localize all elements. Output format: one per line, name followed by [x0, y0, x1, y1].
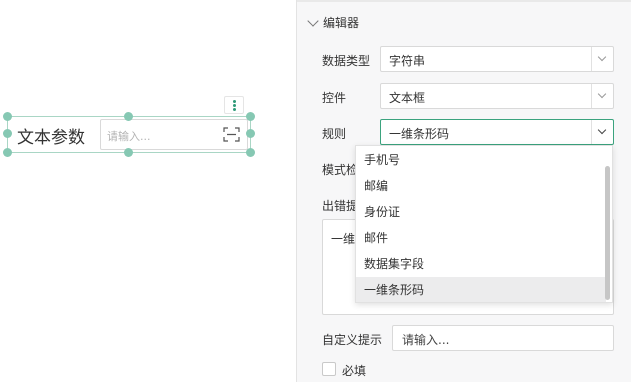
dropdown-item-phone[interactable]: 手机号: [356, 147, 606, 173]
custom-hint-label: 自定义提示: [322, 333, 383, 347]
control-label: 控件: [322, 91, 347, 105]
control-value: 文本框: [389, 91, 426, 105]
control-select[interactable]: 文本框: [380, 83, 614, 109]
resize-handle-top-right[interactable]: [246, 112, 255, 121]
resize-handle-bottom[interactable]: [124, 148, 133, 157]
data-type-arrow-box: [591, 47, 613, 71]
more-options-icon[interactable]: [224, 96, 244, 114]
section-title: 编辑器: [323, 16, 360, 30]
error-hint-label: 出错提: [322, 199, 359, 213]
resize-handle-bottom-left[interactable]: [3, 148, 12, 157]
dropdown-item-dataset-field[interactable]: 数据集字段: [356, 251, 606, 277]
data-type-select[interactable]: 字符串: [380, 46, 614, 72]
chevron-down-icon: [597, 89, 607, 99]
rule-value: 一维条形码: [389, 127, 450, 141]
dropdown-item-id-card[interactable]: 身份证: [356, 199, 606, 225]
rule-label: 规则: [322, 127, 347, 141]
chevron-down-icon: [597, 125, 607, 135]
design-canvas: 文本参数 请输入...: [0, 0, 296, 382]
widget-input-placeholder: 请输入...: [107, 130, 151, 143]
widget-text-input[interactable]: 请输入...: [100, 119, 248, 150]
editor-section-header[interactable]: 编辑器: [307, 14, 360, 31]
resize-handle-top[interactable]: [124, 112, 133, 121]
custom-hint-input[interactable]: 请输入...: [392, 325, 614, 351]
resize-handle-right[interactable]: [246, 129, 255, 138]
dropdown-item-email[interactable]: 邮件: [356, 225, 606, 251]
resize-handle-bottom-right[interactable]: [246, 148, 255, 157]
rule-dropdown-list: 手机号 邮编 身份证 邮件 数据集字段 一维条形码: [355, 145, 613, 303]
panel-top-border: [297, 0, 631, 2]
data-type-label: 数据类型: [322, 54, 371, 68]
required-label: 必填: [342, 364, 367, 378]
error-hint-text: 一维: [331, 232, 356, 246]
dropdown-item-postcode[interactable]: 邮编: [356, 173, 606, 199]
dropdown-item-barcode[interactable]: 一维条形码: [356, 277, 606, 302]
pattern-check-label: 模式检: [322, 163, 359, 177]
chevron-down-icon: [597, 52, 607, 62]
rule-select[interactable]: 一维条形码: [380, 119, 614, 145]
widget-label: 文本参数: [17, 128, 85, 148]
required-checkbox[interactable]: [322, 362, 336, 376]
custom-hint-placeholder: 请输入...: [402, 333, 450, 347]
scan-icon[interactable]: [223, 127, 240, 142]
data-type-value: 字符串: [389, 54, 426, 68]
chevron-down-icon: [307, 14, 319, 27]
rule-arrow-box: [591, 120, 613, 144]
resize-handle-left[interactable]: [3, 129, 12, 138]
dropdown-scrollbar[interactable]: [605, 166, 610, 300]
control-arrow-box: [591, 84, 613, 108]
resize-handle-top-left[interactable]: [3, 112, 12, 121]
